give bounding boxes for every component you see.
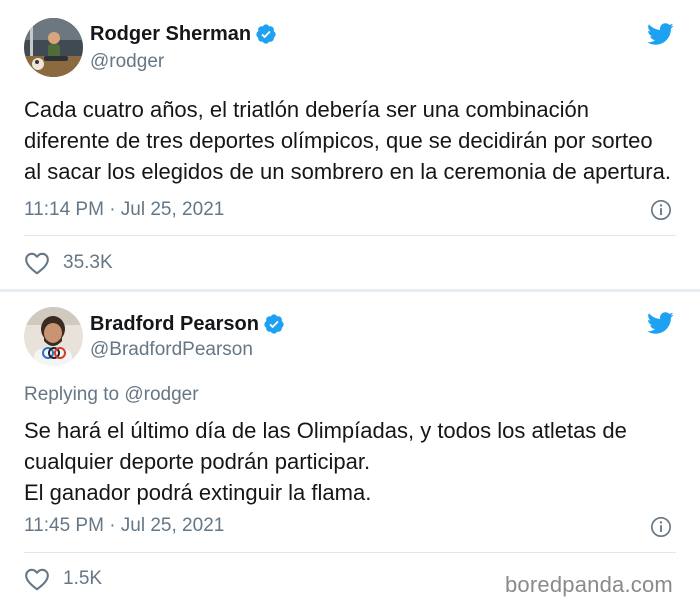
watermark: boredpanda.com [505,572,673,597]
tweet-card: Bradford Pearson @BradfordPearson Replyi… [0,0,700,607]
like-count: 1.5K [63,568,103,589]
replying-to-label[interactable]: Replying to @rodger [24,384,199,406]
divider [24,552,676,553]
verified-badge-icon [264,314,284,334]
tweet-text: Se hará el último día de las Olimpíadas,… [24,415,689,508]
author-name-row: Bradford Pearson [90,312,285,336]
tweet-timestamp[interactable]: 11:45 PM · Jul 25, 2021 [24,515,224,537]
info-icon[interactable] [650,516,672,538]
tweet-text-line: El ganador podrá extinguir la flama. [24,480,372,505]
display-name[interactable]: Bradford Pearson [90,312,259,336]
avatar[interactable] [24,307,83,366]
tweet-text-line: cualquier deporte podrán participar. [24,449,371,474]
heart-icon [25,568,49,591]
tweet-text-line: Se hará el último día de las Olimpíadas,… [24,418,627,443]
twitter-bird-icon[interactable] [644,309,676,337]
author-handle[interactable]: @BradfordPearson [90,339,253,361]
like-button[interactable]: 1.5K [24,567,102,591]
